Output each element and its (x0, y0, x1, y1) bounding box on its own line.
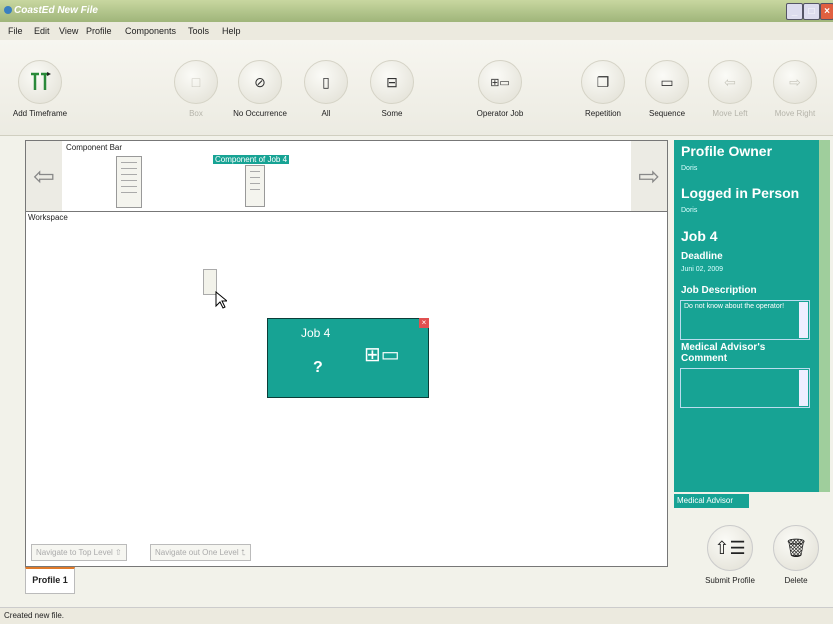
all-button[interactable]: ▯ All (296, 60, 356, 118)
operator-job-label: Operator Job (476, 109, 524, 118)
sequence-label: Sequence (648, 109, 686, 118)
arrow-left-icon: ⇦ (33, 160, 55, 191)
delete-label: Delete (784, 576, 808, 585)
minimize-button[interactable]: _ (786, 3, 803, 20)
operator-job-icon: ⊞▭ (478, 60, 522, 104)
component-bar: ⇦ ⇨ Component Bar Component of Job 4 (26, 141, 667, 212)
submit-profile-label: Submit Profile (705, 576, 755, 585)
move-left-button[interactable]: ⇦ Move Left (700, 60, 760, 118)
job-unknown-mark: ? (313, 359, 323, 376)
window-title: CoastEd New File (14, 5, 98, 16)
job-description-field[interactable]: Do not know about the operator! (680, 300, 810, 340)
title-bar: CoastEd New File _ □ × (0, 0, 833, 22)
job-description-heading: Job Description (681, 285, 757, 296)
sequence-icon: ▭ (645, 60, 689, 104)
app-icon (4, 6, 12, 14)
move-right-button[interactable]: ⇨ Move Right (765, 60, 825, 118)
add-timeframe-label: Add Timeframe (12, 109, 68, 118)
operator-job-icon: ⊞▭ (364, 344, 400, 366)
some-icon: ⊟ (370, 60, 414, 104)
menu-edit[interactable]: Edit (34, 26, 50, 36)
menu-view[interactable]: View (59, 26, 78, 36)
no-occurrence-icon: ⊘ (238, 60, 282, 104)
navigate-top-level-label: Navigate to Top Level (36, 548, 113, 557)
deadline-heading: Deadline (681, 251, 723, 262)
logged-in-value: Doris (681, 207, 698, 214)
navigate-out-one-level-button[interactable]: Navigate out One Level ⮤ (150, 544, 251, 561)
close-icon[interactable]: × (419, 318, 429, 328)
medical-comment-heading: Medical Advisor's Comment (681, 342, 766, 364)
close-button[interactable]: × (820, 3, 833, 20)
repetition-icon: ❐ (581, 60, 625, 104)
tab-profile-1[interactable]: Profile 1 (25, 567, 75, 594)
tab-medical-advisor[interactable]: Medical Advisor (674, 494, 749, 508)
medical-comment-scrollbar[interactable] (799, 370, 808, 406)
menu-tools[interactable]: Tools (188, 26, 209, 36)
profile-owner-value: Doris (681, 165, 698, 172)
navigate-top-level-button[interactable]: Navigate to Top Level ⇧ (31, 544, 127, 561)
menu-file[interactable]: File (8, 26, 23, 36)
workspace-label: Workspace (28, 213, 68, 222)
delete-button[interactable]: 🗑 Delete (766, 525, 826, 585)
level-up-icon: ⮤ (240, 548, 246, 557)
logged-in-heading: Logged in Person (681, 185, 800, 201)
maximize-button[interactable]: □ (803, 3, 820, 20)
menu-components[interactable]: Components (125, 26, 176, 36)
some-label: Some (381, 109, 403, 118)
status-bar: Created new file. (0, 607, 833, 624)
right-panel: Profile Owner Doris Logged in Person Dor… (674, 140, 830, 492)
right-panel-scrollbar[interactable] (819, 140, 830, 492)
menu-bar: File Edit View Profile Components Tools … (0, 22, 833, 40)
all-label: All (321, 109, 331, 118)
navigate-out-one-level-label: Navigate out One Level (155, 548, 239, 557)
box-label: Box (189, 109, 203, 118)
repetition-button[interactable]: ❐ Repetition (573, 60, 633, 118)
menu-profile[interactable]: Profile (86, 26, 112, 36)
component-document-icon[interactable] (116, 156, 142, 208)
no-occurrence-button[interactable]: ⊘ No Occurrence (230, 60, 290, 118)
component-job4-icon[interactable] (245, 165, 265, 207)
sequence-button[interactable]: ▭ Sequence (637, 60, 697, 118)
component-selected-label: Component of Job 4 (213, 155, 290, 164)
profile-owner-heading: Profile Owner (681, 143, 773, 159)
menu-help[interactable]: Help (222, 26, 241, 36)
submit-profile-button[interactable]: ⇧☰ Submit Profile (700, 525, 760, 585)
toolbar: Add Timeframe □ Box ⊘ No Occurrence ▯ Al… (0, 40, 833, 136)
scroll-right-button[interactable]: ⇨ (631, 141, 667, 211)
job-description-text: Do not know about the operator! (684, 303, 785, 310)
timeframe-icon (18, 60, 62, 104)
box-button[interactable]: □ Box (166, 60, 226, 118)
move-left-label: Move Left (712, 109, 748, 118)
all-icon: ▯ (304, 60, 348, 104)
job-title: Job 4 (301, 326, 331, 340)
mouse-cursor-icon (215, 291, 227, 309)
operator-job-button[interactable]: ⊞▭ Operator Job (470, 60, 530, 118)
box-icon: □ (174, 60, 218, 104)
arrow-right-icon: ⇨ (638, 160, 660, 191)
component-bar-label: Component Bar (66, 143, 123, 152)
medical-comment-field[interactable] (680, 368, 810, 408)
repetition-label: Repetition (584, 109, 622, 118)
deadline-value: Juni 02, 2009 (681, 266, 724, 273)
trash-icon: 🗑 (773, 525, 819, 571)
arrow-up-icon: ⇧ (115, 548, 122, 557)
no-occurrence-label: No Occurrence (233, 109, 287, 118)
add-timeframe-button[interactable]: Add Timeframe (10, 60, 70, 118)
job-description-scrollbar[interactable] (799, 302, 808, 338)
submit-icon: ⇧☰ (707, 525, 753, 571)
main-panel: ⇦ ⇨ Component Bar Component of Job 4 Wor… (25, 140, 668, 567)
move-right-label: Move Right (774, 109, 816, 118)
arrow-left-icon: ⇦ (708, 60, 752, 104)
job-heading: Job 4 (681, 228, 718, 244)
arrow-right-icon: ⇨ (773, 60, 817, 104)
job-4-node[interactable]: Job 4 ? ⊞▭ × (267, 318, 429, 398)
status-text: Created new file. (4, 611, 65, 620)
scroll-left-button[interactable]: ⇦ (26, 141, 62, 211)
some-button[interactable]: ⊟ Some (362, 60, 422, 118)
